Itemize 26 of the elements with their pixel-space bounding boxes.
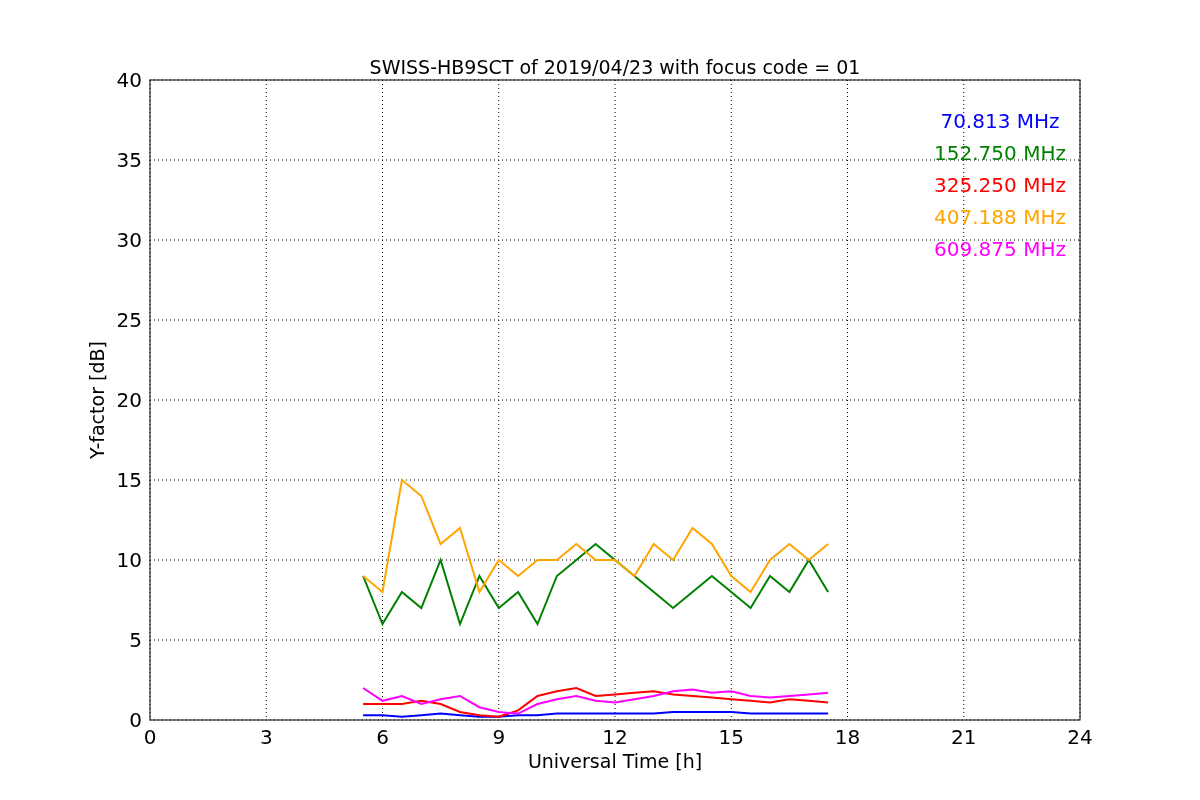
x-tick-label: 24 [1067,725,1093,749]
x-tick-label: 3 [259,725,273,749]
legend-label: 152.750 MHz [934,141,1066,165]
legend-label: 70.813 MHz [940,109,1060,133]
legend-label: 325.250 MHz [934,173,1066,197]
x-tick-label: 18 [834,725,861,749]
y-tick-label: 30 [116,228,142,252]
y-tick-label: 10 [116,548,142,572]
y-tick-label: 20 [116,388,142,412]
legend-label: 407.188 MHz [934,205,1066,229]
y-tick-label: 15 [116,468,142,492]
x-tick-label: 9 [492,725,506,749]
x-tick-label: 21 [951,725,977,749]
y-tick-label: 5 [129,628,142,652]
x-tick-label: 12 [602,725,628,749]
y-tick-label: 35 [116,148,142,172]
y-tick-label: 0 [129,708,142,732]
x-tick-label: 0 [143,725,157,749]
legend-label: 609.875 MHz [934,237,1066,261]
x-tick-label: 15 [718,725,744,749]
y-axis-label: Y-factor [dB] [86,341,108,459]
x-axis-label: Universal Time [h] [527,750,703,772]
y-tick-label: 40 [116,68,142,92]
chart-title: SWISS-HB9SCT of 2019/04/23 with focus code = 01 [369,56,861,78]
x-tick-label: 6 [376,725,389,749]
y-tick-label: 25 [116,308,142,332]
